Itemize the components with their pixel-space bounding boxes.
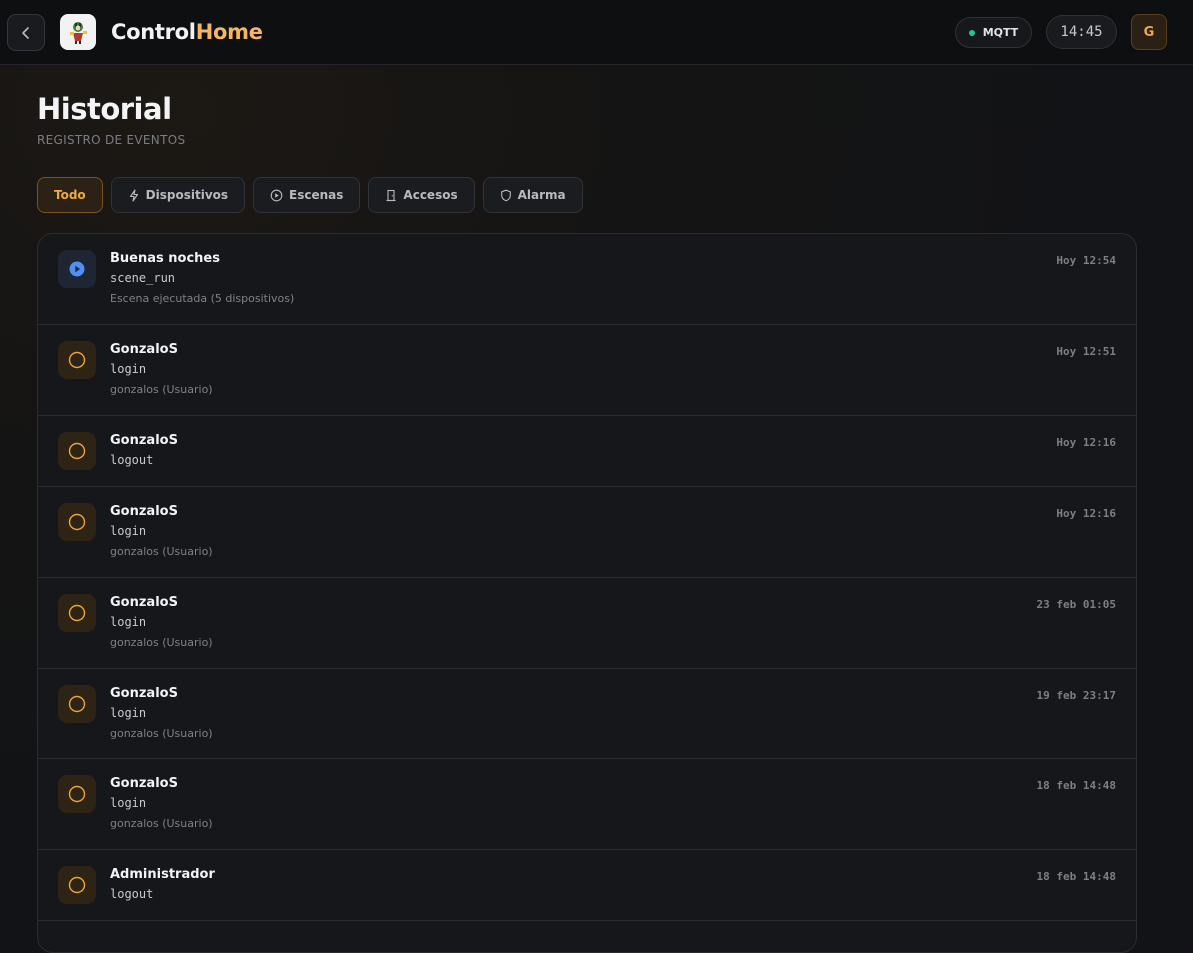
event-icon	[58, 503, 96, 541]
event-icon	[58, 341, 96, 379]
circle-icon	[68, 785, 86, 803]
event-icon	[58, 775, 96, 813]
event-detail: Escena ejecutada (5 dispositivos)	[110, 292, 295, 305]
event-time: 18 feb 14:48	[1036, 779, 1116, 792]
event-time: 18 feb 14:48	[1036, 870, 1116, 883]
brand-secondary: Home	[195, 20, 263, 44]
filter-bar: Todo Dispositivos Escenas Accesos Alarma	[37, 177, 583, 213]
door-icon	[386, 189, 396, 201]
event-row[interactable]: GonzaloS login gonzalos (Usuario) 18 feb…	[38, 759, 1136, 850]
event-icon	[58, 866, 96, 904]
event-title: GonzaloS	[110, 595, 178, 610]
circle-icon	[68, 695, 86, 713]
filter-label: Alarma	[517, 188, 566, 202]
back-button[interactable]	[7, 14, 45, 51]
event-action: login	[110, 362, 147, 376]
event-time: Hoy 12:51	[1056, 345, 1116, 358]
app-logo	[60, 14, 96, 50]
event-row[interactable]: GonzaloS logout Hoy 12:16	[38, 416, 1136, 487]
filter-alarma[interactable]: Alarma	[482, 177, 583, 213]
circle-icon	[68, 513, 86, 531]
event-action: login	[110, 524, 147, 538]
clock: 14:45	[1046, 15, 1117, 49]
filter-dispositivos[interactable]: Dispositivos	[110, 177, 246, 213]
event-detail: gonzalos (Usuario)	[110, 817, 213, 830]
event-row[interactable]: GonzaloS login gonzalos (Usuario) 23 feb…	[38, 578, 1136, 669]
event-detail: gonzalos (Usuario)	[110, 636, 213, 649]
event-time: 19 feb 23:17	[1036, 689, 1116, 702]
event-action: scene_run	[110, 271, 176, 285]
chevron-left-icon	[22, 26, 29, 39]
brand-primary: Control	[111, 20, 196, 44]
event-action: login	[110, 706, 147, 720]
event-title: GonzaloS	[110, 342, 178, 357]
event-time: Hoy 12:54	[1056, 254, 1116, 267]
event-icon	[58, 432, 96, 470]
event-detail: gonzalos (Usuario)	[110, 727, 213, 740]
event-action: login	[110, 796, 147, 810]
circle-icon	[68, 442, 86, 460]
filter-label: Accesos	[403, 188, 458, 202]
event-action: logout	[110, 453, 154, 467]
event-detail: gonzalos (Usuario)	[110, 383, 213, 396]
brand-name: ControlHome	[111, 20, 263, 44]
status-dot-icon	[968, 29, 975, 36]
event-time: Hoy 12:16	[1056, 507, 1116, 520]
bolt-icon	[129, 188, 138, 202]
filter-escenas[interactable]: Escenas	[253, 177, 361, 213]
event-list: Buenas noches scene_run Escena ejecutada…	[37, 233, 1137, 953]
event-row[interactable]: GonzaloS login gonzalos (Usuario) 19 feb…	[38, 669, 1136, 759]
circle-icon	[68, 604, 86, 622]
play-circle-icon	[270, 189, 283, 201]
shield-icon	[500, 189, 511, 201]
event-icon	[58, 685, 96, 723]
filter-label: Escenas	[289, 188, 344, 202]
event-row[interactable]: GonzaloS login gonzalos (Usuario) Hoy 12…	[38, 325, 1136, 416]
event-title: GonzaloS	[110, 776, 178, 791]
event-title: GonzaloS	[110, 433, 178, 448]
mascot-logo-icon	[70, 22, 87, 44]
event-icon	[58, 250, 96, 288]
mqtt-status-badge: MQTT	[955, 17, 1032, 48]
filter-label: Todo	[54, 188, 86, 202]
filter-accesos[interactable]: Accesos	[368, 177, 475, 213]
event-action: login	[110, 615, 147, 629]
play-circle-icon	[69, 261, 85, 277]
event-title: Administrador	[110, 867, 215, 882]
event-row[interactable]: GonzaloS login gonzalos (Usuario) Hoy 12…	[38, 487, 1136, 578]
user-avatar[interactable]: G	[1131, 14, 1167, 50]
event-action: logout	[110, 887, 154, 901]
top-bar: ControlHome MQTT 14:45 G	[0, 0, 1193, 65]
circle-icon	[68, 876, 86, 894]
event-time: Hoy 12:16	[1056, 436, 1116, 449]
page-title: Historial	[37, 92, 172, 126]
event-icon	[58, 594, 96, 632]
event-title: Buenas noches	[110, 251, 220, 266]
event-row[interactable]: Buenas noches scene_run Escena ejecutada…	[38, 234, 1136, 325]
event-row[interactable]: Administrador logout 18 feb 14:48	[38, 850, 1136, 921]
page-subtitle: REGISTRO DE EVENTOS	[37, 133, 186, 147]
circle-icon	[68, 351, 86, 369]
event-time: 23 feb 01:05	[1036, 598, 1116, 611]
filter-todo[interactable]: Todo	[37, 177, 103, 213]
event-title: GonzaloS	[110, 504, 178, 519]
filter-label: Dispositivos	[145, 188, 229, 202]
mqtt-label: MQTT	[982, 26, 1019, 39]
event-title: GonzaloS	[110, 686, 178, 701]
event-detail: gonzalos (Usuario)	[110, 545, 213, 558]
